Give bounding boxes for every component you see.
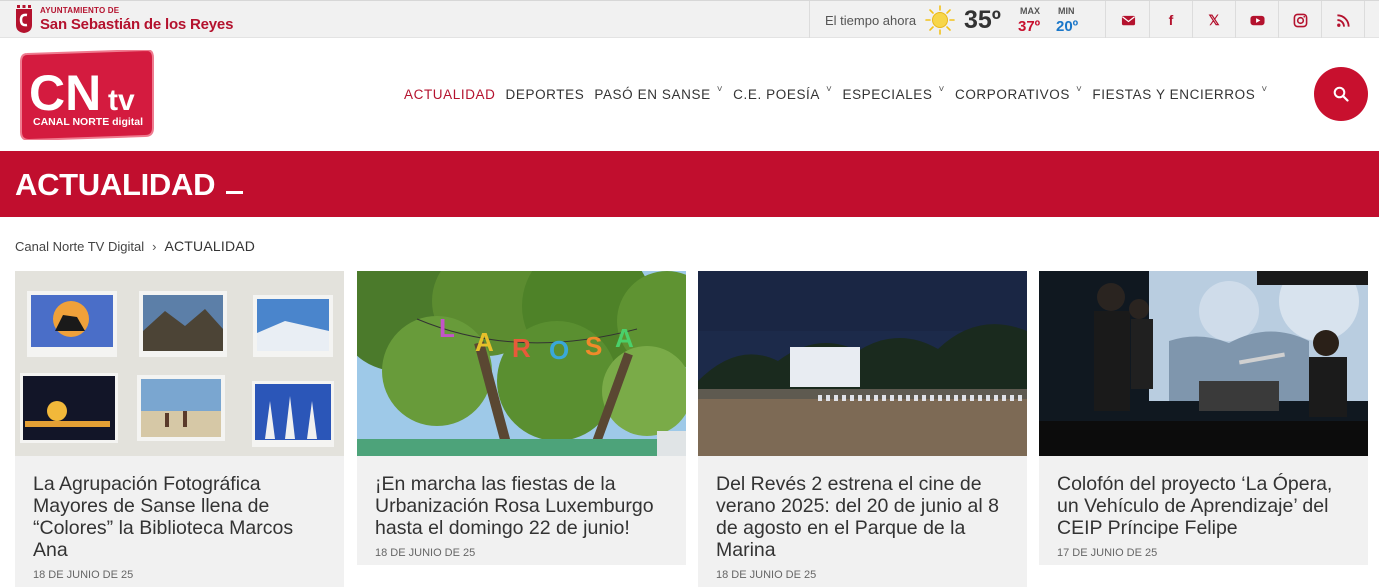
logo-cn-text: CN bbox=[29, 65, 101, 121]
ayuntamiento-label: AYUNTAMIENTO DE bbox=[40, 6, 120, 15]
news-card-date: 18 DE JUNIO DE 25 bbox=[33, 569, 134, 581]
news-card-date: 17 DE JUNIO DE 25 bbox=[1057, 547, 1158, 559]
festival-garland-image: L A R O S A bbox=[357, 271, 686, 456]
max-temperature-label: MAX bbox=[1020, 6, 1040, 16]
news-card[interactable]: Colofón del proyecto ‘La Ópera, un Vehíc… bbox=[1039, 271, 1368, 565]
search-icon bbox=[1333, 86, 1349, 102]
news-card-title[interactable]: Del Revés 2 estrena el cine de verano 20… bbox=[698, 456, 1027, 561]
garland-letter: S bbox=[585, 331, 602, 361]
breadcrumb: Canal Norte TV Digital › ACTUALIDAD bbox=[15, 238, 255, 254]
news-card-image[interactable] bbox=[1039, 271, 1368, 456]
nav-ce-poesia[interactable]: C.E. POESÍA ˅ bbox=[733, 84, 833, 102]
nav-fiestas-y-encierros[interactable]: FIESTAS Y ENCIERROS ˅ bbox=[1092, 84, 1268, 102]
min-temperature-label: MIN bbox=[1058, 6, 1075, 16]
nav-corporativos[interactable]: CORPORATIVOS ˅ bbox=[955, 84, 1083, 102]
facebook-icon[interactable]: f bbox=[1150, 1, 1193, 39]
site-header: CN tv CANAL NORTE digital ACTUALIDAD DEP… bbox=[0, 38, 1379, 151]
logo-subtitle: CANAL NORTE digital bbox=[33, 116, 143, 128]
chevron-down-icon: ˅ bbox=[1075, 84, 1083, 95]
news-card-image[interactable] bbox=[15, 271, 344, 456]
chevron-down-icon: ˅ bbox=[826, 84, 833, 95]
garland-letter: A bbox=[475, 327, 494, 357]
ayuntamiento-logo[interactable]: AYUNTAMIENTO DE San Sebastián de los Rey… bbox=[14, 5, 233, 33]
breadcrumb-home-link[interactable]: Canal Norte TV Digital bbox=[15, 239, 144, 254]
current-temperature: 35º bbox=[964, 6, 1001, 34]
nav-especiales[interactable]: ESPECIALES ˅ bbox=[842, 84, 945, 102]
photo-exhibition-image bbox=[15, 271, 344, 456]
search-button[interactable] bbox=[1314, 67, 1368, 121]
min-temperature: 20º bbox=[1056, 18, 1079, 35]
breadcrumb-separator-icon: › bbox=[152, 238, 157, 254]
page-title: ACTUALIDAD bbox=[15, 167, 216, 202]
weather-label: El tiempo ahora bbox=[825, 13, 917, 28]
news-card[interactable]: La Agrupación Fotográfica Mayores de San… bbox=[15, 271, 344, 587]
chevron-down-icon: ˅ bbox=[1261, 84, 1268, 95]
title-underscore-decoration bbox=[226, 191, 243, 194]
cntv-logo[interactable]: CN tv CANAL NORTE digital bbox=[19, 50, 155, 140]
school-opera-image bbox=[1039, 271, 1368, 456]
chevron-down-icon: ˅ bbox=[716, 84, 724, 95]
municipality-name: San Sebastián de los Reyes bbox=[40, 16, 234, 33]
logo-tv-text: tv bbox=[108, 84, 135, 117]
garland-letter: A bbox=[615, 323, 634, 353]
section-banner: ACTUALIDAD bbox=[0, 151, 1379, 217]
outdoor-cinema-image bbox=[698, 271, 1027, 456]
news-card-image[interactable]: L A R O S A bbox=[357, 271, 686, 456]
garland-letter: O bbox=[549, 335, 569, 365]
news-card-title[interactable]: La Agrupación Fotográfica Mayores de San… bbox=[15, 456, 344, 561]
breadcrumb-current: ACTUALIDAD bbox=[164, 238, 256, 254]
ayuntamiento-crest-icon bbox=[16, 5, 32, 33]
x-twitter-icon[interactable]: 𝕏 bbox=[1193, 1, 1236, 39]
social-links: f 𝕏 bbox=[1107, 1, 1365, 39]
news-card-date: 18 DE JUNIO DE 25 bbox=[375, 547, 476, 559]
top-bar: AYUNTAMIENTO DE San Sebastián de los Rey… bbox=[0, 0, 1379, 39]
news-card-title[interactable]: Colofón del proyecto ‘La Ópera, un Vehíc… bbox=[1039, 456, 1368, 539]
chevron-down-icon: ˅ bbox=[938, 84, 945, 95]
garland-letter: R bbox=[512, 333, 531, 363]
instagram-icon[interactable] bbox=[1279, 1, 1322, 39]
sun-icon bbox=[925, 5, 955, 35]
email-icon[interactable] bbox=[1107, 1, 1150, 39]
weather-widget: El tiempo ahora 35º MAX 37º MIN 20º bbox=[809, 1, 1106, 39]
news-card[interactable]: Del Revés 2 estrena el cine de verano 20… bbox=[698, 271, 1027, 587]
main-nav: ACTUALIDAD DEPORTES PASÓ EN SANSE ˅ C.E. … bbox=[404, 84, 1278, 102]
news-card-image[interactable] bbox=[698, 271, 1027, 456]
nav-actualidad[interactable]: ACTUALIDAD bbox=[404, 87, 496, 102]
max-temperature: 37º bbox=[1018, 18, 1041, 35]
youtube-icon[interactable] bbox=[1236, 1, 1279, 39]
rss-icon[interactable] bbox=[1322, 1, 1365, 39]
nav-deportes[interactable]: DEPORTES bbox=[506, 87, 585, 102]
news-card-date: 18 DE JUNIO DE 25 bbox=[716, 569, 817, 581]
news-card-title[interactable]: ¡En marcha las fiestas de la Urbanizació… bbox=[357, 456, 686, 539]
news-card[interactable]: L A R O S A ¡En marcha las fiestas de la… bbox=[357, 271, 686, 565]
nav-paso-en-sanse[interactable]: PASÓ EN SANSE ˅ bbox=[594, 84, 724, 102]
garland-letter: L bbox=[439, 313, 455, 343]
